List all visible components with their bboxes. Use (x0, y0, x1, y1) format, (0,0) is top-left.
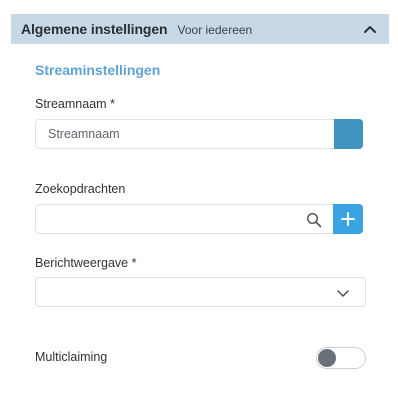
toggle-knob (318, 349, 336, 367)
stream-settings-heading: Streaminstellingen (35, 62, 161, 78)
chevron-down-icon (337, 290, 349, 297)
search-queries-label: Zoekopdrachten (35, 182, 126, 196)
add-search-query-button[interactable] (333, 204, 363, 234)
message-view-select[interactable] (35, 277, 366, 307)
chevron-up-icon[interactable] (363, 23, 377, 35)
multiclaiming-toggle[interactable] (316, 347, 366, 369)
search-icon (306, 212, 322, 228)
stream-name-value: Streamnaam (48, 127, 120, 141)
section-subtitle: Voor iedereen (177, 22, 253, 37)
section-header-general-settings[interactable]: Algemene instellingen Voor iedereen (11, 14, 389, 44)
plus-icon (341, 212, 355, 226)
multiclaiming-label: Multiclaiming (35, 350, 108, 364)
message-view-label: Berichtweergave * (35, 256, 137, 270)
section-title: Algemene instellingen (21, 21, 168, 37)
stream-name-input[interactable]: Streamnaam (35, 119, 363, 149)
search-queries-input[interactable] (35, 204, 335, 234)
stream-name-label: Streamnaam * (35, 97, 115, 111)
stream-color-picker[interactable] (334, 119, 363, 149)
settings-panel: Algemene instellingen Voor iedereen Stre… (0, 0, 398, 407)
